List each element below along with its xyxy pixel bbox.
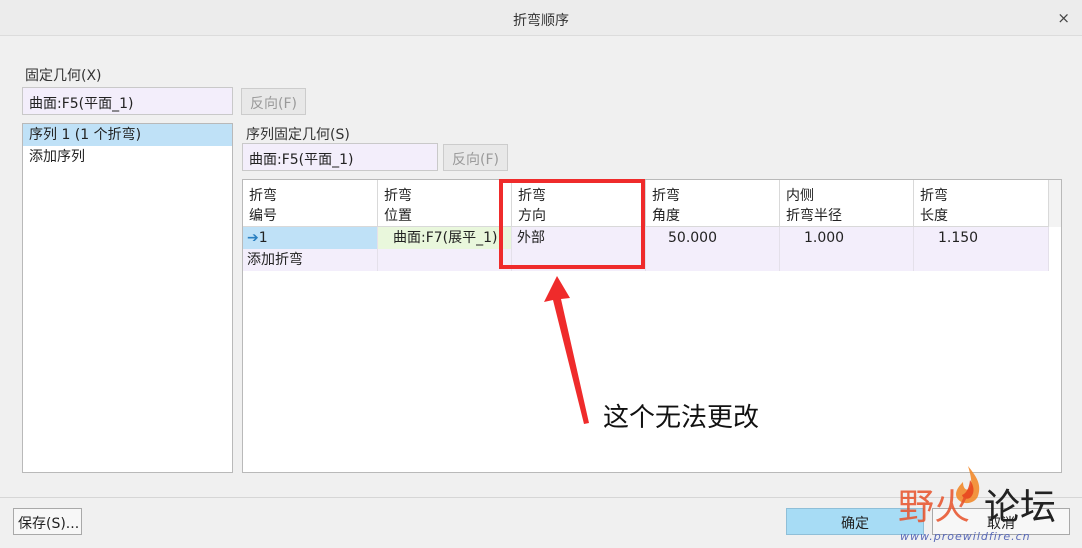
bend-direction-cell[interactable]: 外部 <box>512 227 646 249</box>
add-bend-row[interactable]: 添加折弯 <box>243 249 1049 271</box>
sequence-flip-button[interactable]: 反向(F) <box>443 144 508 171</box>
sequence-fixed-geometry-label: 序列固定几何(S) <box>246 127 350 143</box>
sequence-list: 序列 1 (1 个折弯) 添加序列 <box>22 123 233 473</box>
add-bend-cell[interactable]: 添加折弯 <box>243 249 378 271</box>
ok-button[interactable]: 确定 <box>786 508 924 535</box>
sequence-item[interactable]: 序列 1 (1 个折弯) <box>23 124 232 146</box>
column-header-length[interactable]: 折弯 长度 <box>914 180 1049 227</box>
table-scrollbar[interactable] <box>1048 180 1061 227</box>
bend-angle-cell[interactable]: 50.000 <box>646 227 780 249</box>
column-header-inner-radius[interactable]: 内侧 折弯半径 <box>780 180 914 227</box>
column-header-number[interactable]: 折弯 编号 <box>243 180 378 227</box>
column-header-location[interactable]: 折弯 位置 <box>378 180 512 227</box>
cancel-button[interactable]: 取消 <box>932 508 1070 535</box>
dialog-title: 折弯顺序 <box>513 13 569 29</box>
arrow-right-icon: ➔ <box>247 230 259 246</box>
bend-length-cell[interactable]: 1.150 <box>914 227 1049 249</box>
table-row[interactable]: ➔1 曲面:F7(展平_1) 外部 50.000 1.000 1.150 <box>243 227 1049 249</box>
column-header-angle[interactable]: 折弯 角度 <box>646 180 780 227</box>
fixed-geometry-flip-button[interactable]: 反向(F) <box>241 88 306 115</box>
save-button[interactable]: 保存(S)... <box>13 508 82 535</box>
bend-radius-cell[interactable]: 1.000 <box>780 227 914 249</box>
table-header: 折弯 编号 折弯 位置 折弯 方向 折弯 角度 内侧 折弯半径 折弯 长度 <box>243 180 1049 227</box>
title-bar: 折弯顺序 × <box>0 0 1082 36</box>
fixed-geometry-label: 固定几何(X) <box>25 68 102 84</box>
column-header-direction[interactable]: 折弯 方向 <box>512 180 646 227</box>
annotation-text: 这个无法更改 <box>603 403 760 433</box>
footer-divider <box>0 497 1082 498</box>
sequence-fixed-geometry-field[interactable]: 曲面:F5(平面_1) <box>242 143 438 171</box>
close-icon[interactable]: × <box>1057 9 1070 27</box>
bend-location-cell[interactable]: 曲面:F7(展平_1) <box>378 227 512 249</box>
bend-number-cell[interactable]: ➔1 <box>243 227 378 249</box>
fixed-geometry-field[interactable]: 曲面:F5(平面_1) <box>22 87 233 115</box>
add-sequence-item[interactable]: 添加序列 <box>23 146 232 168</box>
